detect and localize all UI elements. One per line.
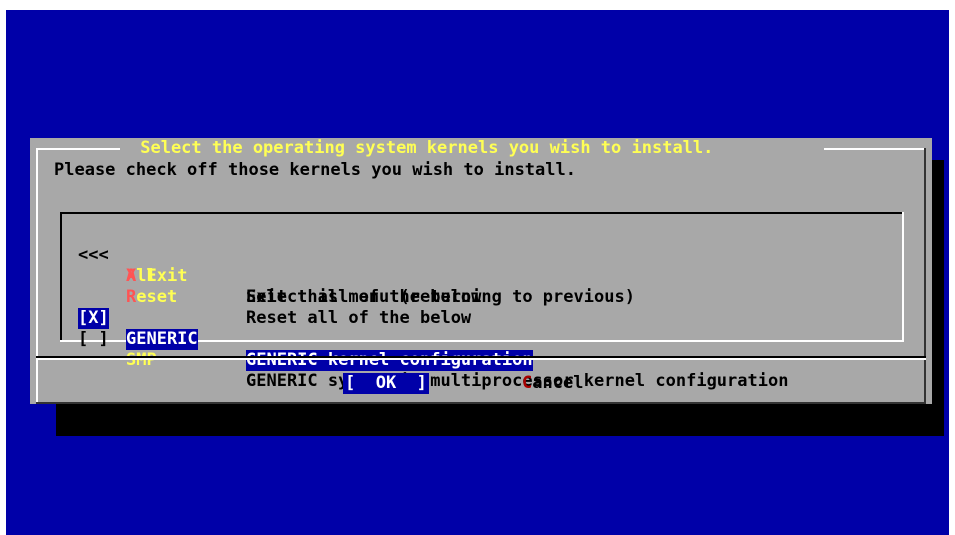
dialog-prompt: Please check off those kernels you wish … xyxy=(54,160,576,180)
cancel-label: ancel xyxy=(532,373,584,393)
menu-item-reset-desc: Reset all of the below xyxy=(246,308,472,328)
list-border-left xyxy=(60,212,62,342)
dialog-frame-top-left xyxy=(36,148,120,150)
menu-item-reset[interactable]: Reset Reset all of the below xyxy=(78,266,471,328)
reset-hotkey: R xyxy=(126,287,137,307)
dialog-frame-bottom xyxy=(36,402,926,404)
menu-item-all-label: All xyxy=(126,266,157,287)
cancel-button[interactable]: Cancel xyxy=(522,373,583,394)
smp-desc: GENERIC symmetric multiprocessor kernel … xyxy=(246,371,789,391)
dialog-title: Select the operating system kernels you … xyxy=(130,138,724,158)
menu-item-generic[interactable]: [X] GENERIC GENERIC kernel configuration xyxy=(78,287,533,371)
dialog-frame-left xyxy=(36,148,38,404)
generic-name: GENERIC xyxy=(126,329,198,350)
all-hotkey: A xyxy=(126,266,137,286)
dialog-shadow xyxy=(56,404,944,436)
reset-name: eset xyxy=(136,287,178,307)
button-separator-highlight xyxy=(36,358,926,360)
menu-item-all[interactable]: All Select all of the below xyxy=(78,245,481,307)
dialog-shadow-right xyxy=(932,160,944,436)
menu-item-all-desc: Select all of the below xyxy=(246,287,482,307)
list-border-right xyxy=(902,212,904,342)
smp-name: SMP xyxy=(126,350,157,370)
cancel-hotkey: C xyxy=(522,373,533,393)
list-border-top xyxy=(60,212,904,214)
menu-item-smp[interactable]: [ ] SMP GENERIC symmetric multiprocessor… xyxy=(78,308,788,391)
menu-item-exit[interactable]: <<< X Exit Exit this menu (returning to … xyxy=(78,224,635,307)
all-name: ll xyxy=(136,266,157,286)
dialog-frame-top-right xyxy=(824,148,926,150)
ok-button[interactable]: [ OK ] xyxy=(343,373,429,394)
dialog-frame-right xyxy=(924,148,926,404)
generic-desc: GENERIC kernel configuration xyxy=(246,350,533,371)
smp-checkbox[interactable]: [ ] xyxy=(78,329,109,350)
menu-item-reset-label: Reset xyxy=(126,287,177,308)
